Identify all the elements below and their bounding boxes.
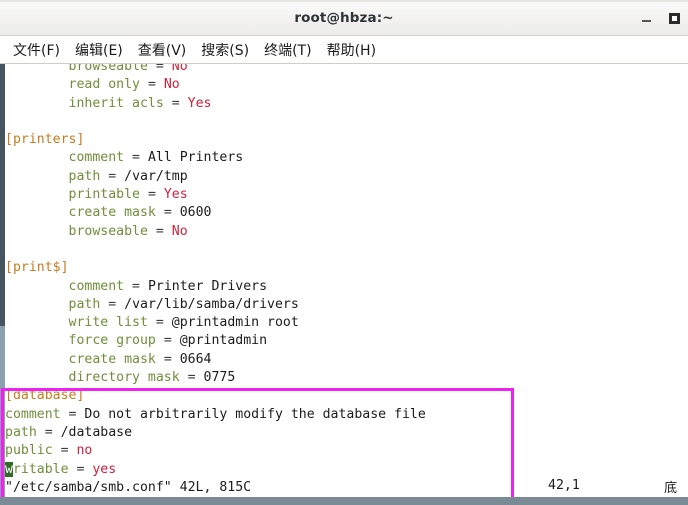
vim-line: browseable = No [68,64,188,74]
vim-line: path = /var/lib/samba/drivers [68,296,299,312]
menu-item-file[interactable]: 文件(F) [7,38,69,62]
vim-line: [printers] [5,132,85,148]
terminal-content[interactable]: browseable = No read only = No inherit a… [0,64,688,505]
titlebar: root@hbza:~ [0,0,688,36]
vim-line: comment = Printer Drivers [68,278,268,294]
vim-status-line: "/etc/samba/smb.conf" 42L, 815C [5,479,252,495]
maximize-button[interactable] [660,0,688,36]
vim-line: path = /database [5,424,133,440]
vim-line: [print$] [5,260,69,276]
vim-line: inherit acls = Yes [68,95,212,111]
menu-item-terminal[interactable]: 终端(T) [258,38,320,62]
vim-line: public = no [5,443,93,459]
menu-item-edit[interactable]: 编辑(E) [69,38,132,62]
menubar: 文件(F) 编辑(E) 查看(V) 搜索(S) 终端(T) 帮助(H) [0,36,688,64]
vim-line: directory mask = 0775 [68,370,236,386]
window-bottom-edge [0,497,688,505]
vim-line: path = /var/tmp [68,168,188,184]
window-controls [632,0,688,36]
window-title: root@hbza:~ [294,10,394,26]
vim-line: read only = No [68,77,180,93]
vim-line: comment = All Printers [68,150,244,166]
menu-item-search[interactable]: 搜索(S) [195,38,258,62]
vim-line: create mask = 0600 [68,205,212,221]
vim-line: browseable = No [68,223,188,239]
vim-line: write list = @printadmin root [68,315,299,331]
maximize-icon [668,12,680,24]
menu-item-help[interactable]: 帮助(H) [321,38,385,62]
vim-line [5,241,688,259]
minimize-icon [641,20,651,22]
vim-line: comment = Do not arbitrarily modify the … [5,406,426,422]
terminal-window: root@hbza:~ 文件(F) 编辑(E) 查看(V) 搜索(S) 终端(T… [0,0,688,505]
vim-line [5,113,688,131]
vim-ruler-scroll: 底 [664,481,678,496]
vim-line: [database] [5,388,85,404]
vim-buffer[interactable]: browseable = No read only = No inherit a… [5,64,688,497]
vim-line: printable = Yes [68,187,188,203]
vim-line: force group = @printadmin [68,333,268,349]
vim-line: writable = yes [5,461,117,477]
vim-ruler-position: 42,1 [548,478,580,493]
menu-item-view[interactable]: 查看(V) [132,38,196,62]
vim-line: create mask = 0664 [68,351,212,367]
minimize-button[interactable] [632,0,660,36]
